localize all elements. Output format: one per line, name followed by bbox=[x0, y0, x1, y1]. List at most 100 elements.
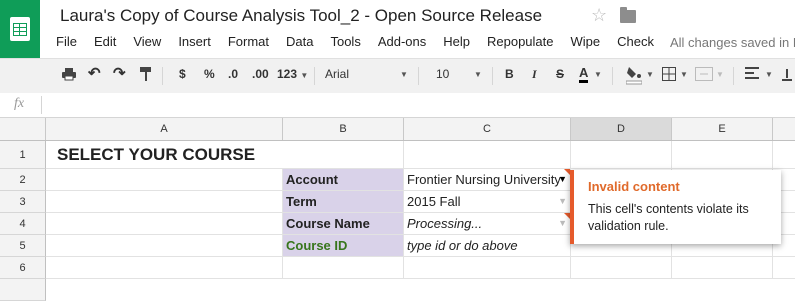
menu-edit[interactable]: Edit bbox=[94, 34, 116, 52]
document-title[interactable]: Laura's Copy of Course Analysis Tool_2 -… bbox=[60, 6, 542, 26]
chevron-down-icon[interactable]: ▼ bbox=[680, 70, 688, 79]
menu-repopulate[interactable]: Repopulate bbox=[487, 34, 554, 52]
percent-format-button[interactable]: % bbox=[204, 67, 215, 81]
cell-f1[interactable] bbox=[773, 141, 795, 169]
row-header-6[interactable]: 6 bbox=[0, 257, 46, 279]
menu-add-ons[interactable]: Add-ons bbox=[378, 34, 426, 52]
cell-d6[interactable] bbox=[571, 257, 672, 279]
menu-bar: File Edit View Insert Format Data Tools … bbox=[56, 34, 671, 52]
borders-icon[interactable] bbox=[662, 67, 676, 84]
chevron-down-icon[interactable]: ▼ bbox=[716, 70, 724, 79]
cell-a4[interactable] bbox=[46, 213, 283, 235]
chevron-down-icon[interactable]: ▼ bbox=[400, 70, 408, 79]
cell-a1[interactable]: SELECT YOUR COURSE bbox=[46, 141, 283, 169]
toolbar: ↶ ↷ $ % .0 .00 123 ▼ Arial ▼ 10 ▼ B I S … bbox=[0, 58, 795, 94]
column-header-e[interactable]: E bbox=[672, 118, 773, 140]
cell-c6[interactable] bbox=[404, 257, 571, 279]
italic-button[interactable]: I bbox=[532, 67, 537, 82]
number-format-button[interactable]: 123 ▼ bbox=[277, 67, 308, 81]
menu-wipe[interactable]: Wipe bbox=[571, 34, 601, 52]
row-header-7[interactable] bbox=[0, 279, 46, 301]
validation-error-popup: Invalid content This cell's contents vio… bbox=[570, 170, 781, 244]
cell-b5-course-id-label[interactable]: Course ID bbox=[283, 235, 404, 257]
menu-format[interactable]: Format bbox=[228, 34, 269, 52]
row-header-5[interactable]: 5 bbox=[0, 235, 46, 257]
menu-data[interactable]: Data bbox=[286, 34, 313, 52]
row-header-3[interactable]: 3 bbox=[0, 191, 46, 213]
decrease-decimals-button[interactable]: .0 bbox=[228, 67, 238, 81]
currency-format-button[interactable]: $ bbox=[179, 67, 186, 81]
cell-e6[interactable] bbox=[672, 257, 773, 279]
cell-b4-course-name-label[interactable]: Course Name bbox=[283, 213, 404, 235]
cell-b2-account-label[interactable]: Account bbox=[283, 169, 404, 191]
increase-decimals-button[interactable]: .00 bbox=[252, 67, 269, 81]
save-status[interactable]: All changes saved in D bbox=[670, 35, 795, 50]
term-value: 2015 Fall bbox=[407, 194, 461, 209]
cell-c5-course-id-input[interactable]: type id or do above bbox=[404, 235, 571, 257]
cell-f6[interactable] bbox=[773, 257, 795, 279]
toolbar-divider bbox=[612, 67, 613, 85]
account-value: Frontier Nursing University bbox=[407, 172, 561, 187]
cell-b3-term-label[interactable]: Term bbox=[283, 191, 404, 213]
column-headers: A B C D E bbox=[0, 118, 795, 141]
cell-d1[interactable] bbox=[571, 141, 672, 169]
column-header-a[interactable]: A bbox=[46, 118, 283, 140]
popup-message: This cell's contents violate its validat… bbox=[588, 202, 749, 233]
chevron-down-icon[interactable]: ▼ bbox=[646, 70, 654, 79]
menu-help[interactable]: Help bbox=[443, 34, 470, 52]
column-header-b[interactable]: B bbox=[283, 118, 404, 140]
chevron-down-icon: ▼ bbox=[300, 71, 309, 80]
row-header-1[interactable]: 1 bbox=[0, 141, 46, 169]
formula-bar-divider bbox=[41, 96, 42, 114]
menu-insert[interactable]: Insert bbox=[178, 34, 211, 52]
paint-format-icon[interactable] bbox=[140, 67, 152, 84]
font-size-select[interactable]: 10 bbox=[436, 67, 449, 81]
toolbar-divider bbox=[418, 67, 419, 85]
cell-e1[interactable] bbox=[672, 141, 773, 169]
chevron-down-icon[interactable]: ▼ bbox=[765, 70, 773, 79]
number-format-label: 123 bbox=[277, 67, 298, 81]
menu-check[interactable]: Check bbox=[617, 34, 654, 52]
undo-icon[interactable]: ↶ bbox=[88, 64, 101, 82]
column-header-f[interactable] bbox=[773, 118, 795, 140]
vertical-align-icon[interactable] bbox=[782, 67, 792, 84]
toolbar-divider bbox=[314, 67, 315, 85]
font-family-select[interactable]: Arial bbox=[325, 67, 349, 81]
row-header-4[interactable]: 4 bbox=[0, 213, 46, 235]
redo-icon[interactable]: ↷ bbox=[113, 64, 126, 82]
print-icon[interactable] bbox=[62, 67, 76, 84]
folder-icon[interactable] bbox=[620, 7, 636, 23]
cell-a6[interactable] bbox=[46, 257, 283, 279]
row-header-2[interactable]: 2 bbox=[0, 169, 46, 191]
cell-c4-course-name-select[interactable]: Processing... ▼ bbox=[404, 213, 571, 235]
cell-a2[interactable] bbox=[46, 169, 283, 191]
cell-b6[interactable] bbox=[283, 257, 404, 279]
strikethrough-button[interactable]: S bbox=[556, 67, 564, 81]
star-icon[interactable]: ☆ bbox=[591, 5, 607, 26]
chevron-down-icon[interactable]: ▼ bbox=[474, 70, 482, 79]
chevron-down-icon[interactable]: ▼ bbox=[594, 70, 602, 79]
course-name-value: Processing... bbox=[407, 216, 483, 231]
cell-a5[interactable] bbox=[46, 235, 283, 257]
bold-button[interactable]: B bbox=[505, 67, 514, 81]
dropdown-arrow-icon[interactable]: ▼ bbox=[558, 191, 567, 212]
cell-b1[interactable] bbox=[283, 141, 404, 169]
column-header-d[interactable]: D bbox=[571, 118, 672, 140]
cell-c1[interactable] bbox=[404, 141, 571, 169]
sheets-logo-icon[interactable] bbox=[0, 0, 40, 58]
column-header-c[interactable]: C bbox=[404, 118, 571, 140]
formula-bar[interactable] bbox=[0, 93, 795, 118]
fill-color-icon[interactable] bbox=[625, 65, 643, 88]
align-left-icon[interactable] bbox=[745, 67, 759, 82]
font-family-value: Arial bbox=[325, 67, 350, 81]
cell-c2-account-select[interactable]: Frontier Nursing University ▼ bbox=[404, 169, 571, 191]
font-size-value: 10 bbox=[436, 67, 450, 81]
cell-c3-term-select[interactable]: 2015 Fall ▼ bbox=[404, 191, 571, 213]
menu-tools[interactable]: Tools bbox=[330, 34, 360, 52]
merge-cells-icon[interactable] bbox=[695, 67, 713, 84]
menu-view[interactable]: View bbox=[133, 34, 161, 52]
text-color-button[interactable]: A bbox=[579, 65, 589, 83]
cell-a3[interactable] bbox=[46, 191, 283, 213]
menu-file[interactable]: File bbox=[56, 34, 77, 52]
select-all-corner[interactable] bbox=[0, 118, 46, 140]
